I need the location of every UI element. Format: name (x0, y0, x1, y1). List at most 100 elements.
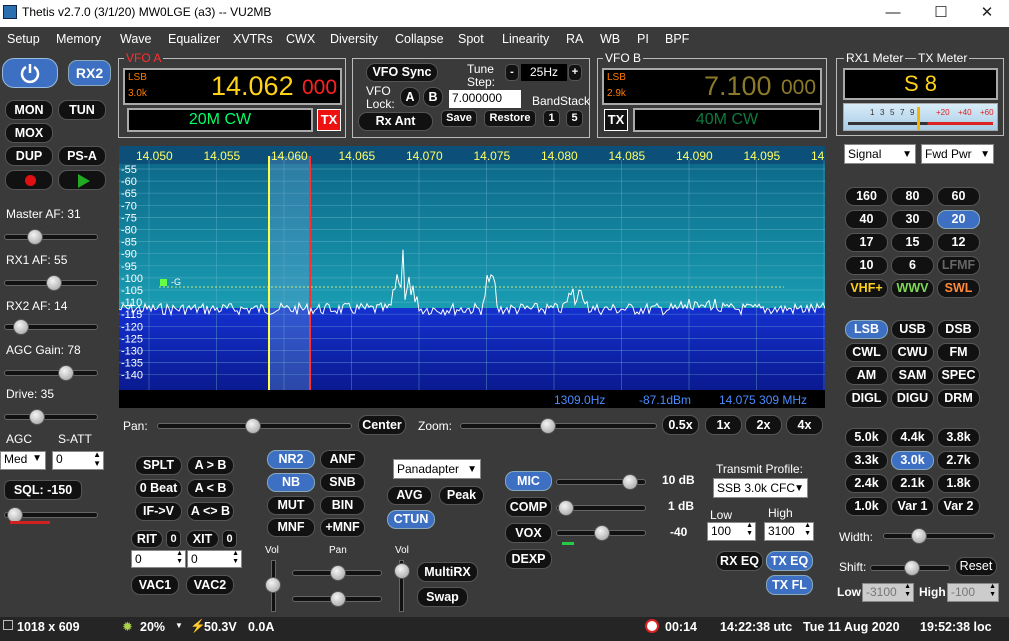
menu-bpf[interactable]: BPF (665, 32, 689, 46)
peak-button[interactable]: Peak (439, 486, 484, 505)
power-button[interactable] (2, 58, 58, 88)
filter-2-4k-button[interactable]: 2.4k (845, 474, 888, 493)
comp-button[interactable]: COMP (505, 497, 552, 517)
band-17-button[interactable]: 17 (845, 233, 888, 252)
rx2-button[interactable]: RX2 (68, 60, 111, 86)
band-60-button[interactable]: 60 (937, 187, 980, 206)
menu-pi[interactable]: PI (637, 32, 649, 46)
zoom-2x-button[interactable]: 2x (745, 415, 782, 435)
split-button[interactable]: SPLT (135, 456, 182, 475)
mode-fm-button[interactable]: FM (937, 343, 980, 362)
rit-clear-button[interactable]: 0 (166, 530, 181, 548)
rit-button[interactable]: RIT (131, 530, 163, 548)
rx-eq-button[interactable]: RX EQ (716, 551, 763, 571)
band-160-button[interactable]: 160 (845, 187, 888, 206)
swap-button[interactable]: Swap (417, 587, 468, 607)
master-af-thumb[interactable] (27, 229, 43, 245)
nr2-button[interactable]: NR2 (267, 450, 315, 469)
vfo-a-display[interactable]: LSB 3.0k 14.062 000 (123, 68, 342, 105)
menu-cwx[interactable]: CWX (286, 32, 315, 46)
rx2-af-thumb[interactable] (13, 319, 29, 335)
rx1-pan-thumb[interactable] (330, 565, 346, 581)
filter-5-0k-button[interactable]: 5.0k (845, 428, 888, 447)
step-plus-button[interactable]: + (568, 64, 582, 81)
mode-cwl-button[interactable]: CWL (845, 343, 888, 362)
xit-clear-button[interactable]: 0 (222, 530, 237, 548)
vfo-b-tx-button[interactable]: TX (604, 109, 628, 131)
xit-button[interactable]: XIT (186, 530, 219, 548)
lock-b-button[interactable]: B (423, 87, 443, 107)
filter-4-4k-button[interactable]: 4.4k (891, 428, 934, 447)
rx1-vol-thumb[interactable] (265, 577, 281, 593)
band-6-button[interactable]: 6 (891, 256, 934, 275)
restore-button[interactable]: Restore (484, 110, 536, 127)
sql-button[interactable]: SQL: -150 (4, 480, 82, 500)
vac1-button[interactable]: VAC1 (131, 575, 179, 595)
zoom-05x-button[interactable]: 0.5x (662, 415, 699, 435)
step-minus-button[interactable]: - (505, 64, 519, 81)
tx-meter-select[interactable]: Fwd Pwr ▼ (921, 144, 994, 164)
mode-usb-button[interactable]: USB (891, 320, 934, 339)
vfo-b-display[interactable]: LSB 2.9k 7.100 000 (602, 68, 822, 105)
band-40-button[interactable]: 40 (845, 210, 888, 229)
psa-button[interactable]: PS-A (58, 146, 106, 166)
bin-button[interactable]: BIN (320, 496, 365, 515)
save-button[interactable]: Save (441, 110, 477, 127)
bandstack-5-button[interactable]: 5 (566, 110, 583, 127)
rx2-vol-thumb[interactable] (394, 563, 410, 579)
band-10-button[interactable]: 10 (845, 256, 888, 275)
filter-high-stepper[interactable]: -100 ▲ ▼ (947, 583, 999, 602)
vac2-button[interactable]: VAC2 (186, 575, 234, 595)
nb-button[interactable]: NB (267, 473, 315, 492)
zoom-slider[interactable] (460, 423, 657, 429)
if-to-v-button[interactable]: IF->V (135, 502, 182, 521)
zero-beat-button[interactable]: 0 Beat (135, 479, 182, 498)
mode-drm-button[interactable]: DRM (937, 389, 980, 408)
maximize-icon[interactable]: ☐ (918, 0, 964, 27)
lock-a-button[interactable]: A (400, 87, 420, 107)
dup-button[interactable]: DUP (5, 146, 53, 166)
band-lfmf-button[interactable]: LFMF (937, 256, 980, 275)
mode-am-button[interactable]: AM (845, 366, 888, 385)
mode-cwu-button[interactable]: CWU (891, 343, 934, 362)
filter-var-1-button[interactable]: Var 1 (891, 497, 934, 516)
rx-ant-button[interactable]: Rx Ant (358, 112, 433, 131)
close-icon[interactable]: ✕ (964, 0, 1009, 27)
agc-gain-slider[interactable] (4, 370, 98, 376)
mon-button[interactable]: MON (5, 100, 53, 120)
filter-2-7k-button[interactable]: 2.7k (937, 451, 980, 470)
rx2-pan-thumb[interactable] (330, 591, 346, 607)
drive-slider[interactable] (4, 414, 98, 420)
spectrum-panel[interactable]: -G 14.050 14.055 14.060 14.065 14.070 14.075 1… (119, 146, 825, 408)
minimize-icon[interactable]: — (870, 0, 916, 27)
band-20-button[interactable]: 20 (937, 210, 980, 229)
cpu-dropdown-icon[interactable]: ▼ (175, 621, 183, 630)
filter-3-8k-button[interactable]: 3.8k (937, 428, 980, 447)
shift-thumb[interactable] (904, 560, 920, 576)
avg-button[interactable]: AVG (387, 486, 432, 505)
menu-spot[interactable]: Spot (458, 32, 484, 46)
bandstack-1-button[interactable]: 1 (543, 110, 560, 127)
drive-thumb[interactable] (29, 409, 45, 425)
menu-xvtrs[interactable]: XVTRs (233, 32, 273, 46)
menu-memory[interactable]: Memory (56, 32, 101, 46)
display-mode-select[interactable]: Panadapter ▼ (393, 459, 481, 479)
mnf-button[interactable]: MNF (267, 518, 315, 537)
band-swl-button[interactable]: SWL (937, 279, 980, 298)
filter-1-0k-button[interactable]: 1.0k (845, 497, 888, 516)
b-to-a-button[interactable]: A < B (187, 479, 234, 498)
a-to-b-button[interactable]: A > B (187, 456, 234, 475)
comp-thumb[interactable] (558, 500, 574, 516)
mic-gain-thumb[interactable] (622, 474, 638, 490)
snb-button[interactable]: SNB (320, 473, 365, 492)
rx-meter-select[interactable]: Signal ▼ (844, 144, 916, 164)
agc-gain-thumb[interactable] (58, 365, 74, 381)
plus-mnf-button[interactable]: +MNF (320, 518, 365, 537)
mut-button[interactable]: MUT (267, 496, 315, 515)
rx1-af-thumb[interactable] (46, 275, 62, 291)
dexp-button[interactable]: DEXP (505, 549, 552, 569)
mode-sam-button[interactable]: SAM (891, 366, 934, 385)
agc-mode-select[interactable]: Med ▼ (0, 451, 46, 470)
shift-reset-button[interactable]: Reset (955, 557, 997, 576)
width-slider[interactable] (883, 533, 995, 539)
